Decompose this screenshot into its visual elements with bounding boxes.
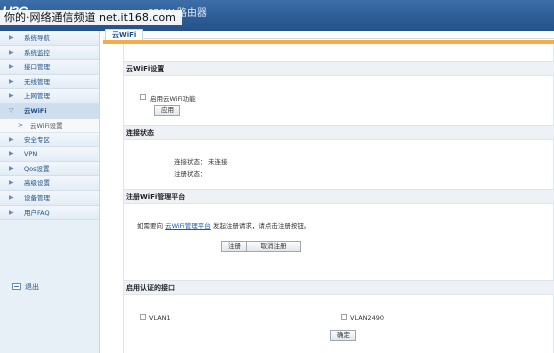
chevron-right-icon: ▶ (9, 34, 14, 41)
sidebar-item-label: Qos设置 (24, 164, 50, 173)
tab-bar: 云WiFi (103, 29, 554, 40)
tab-cloud-wifi[interactable]: 云WiFi (105, 29, 144, 40)
enable-cloud-wifi-checkbox[interactable] (140, 94, 146, 100)
sidebar-item-label: 安全专区 (24, 135, 50, 144)
chevron-right-icon: ▶ (9, 77, 14, 85)
sidebar-item-label: 云WiFi (24, 106, 47, 115)
chevron-right-icon: > (18, 121, 24, 129)
vlan1-label: VLAN1 (149, 314, 171, 322)
register-button-group: 注册 取消注册 (221, 241, 301, 252)
sidebar-item-label: 系统导航 (24, 34, 50, 42)
sidebar-item-label: 接口管理 (24, 63, 50, 72)
sidebar-item-faq[interactable]: ▶ 用户FAQ (0, 205, 99, 221)
chevron-down-icon: ▽ (9, 106, 14, 114)
register-hint-suffix: 发起注册请求，请点击注册按钮。 (212, 222, 311, 230)
connect-status-label: 连接状态： (174, 158, 207, 166)
chevron-right-icon: ▶ (9, 179, 14, 187)
chevron-right-icon: ▶ (9, 63, 14, 71)
sidebar-subitem-cloud-wifi-settings[interactable]: > 云WiFi设置 (0, 118, 99, 133)
chevron-right-icon: ▶ (9, 92, 14, 100)
vlan1-checkbox[interactable] (140, 314, 146, 320)
sidebar-item-vpn[interactable]: ▶ VPN (0, 147, 99, 162)
register-hint-prefix: 如需要向 (137, 222, 163, 230)
watermark-text: 你的·网络通信频道 net.it168.com (0, 10, 182, 25)
logout-icon (12, 283, 21, 290)
wifi-platform-link[interactable]: 云WiFi管理平台 (165, 222, 211, 230)
sidebar: ▶ 系统导航 ▶ 系统监控 ▶ 接口管理 ▶ 无线管理 ▶ 上网管理 ▽ 云WiFi > 云W… (0, 31, 100, 353)
vlan2490-label: VLAN2490 (350, 314, 385, 322)
chevron-right-icon: ▶ (9, 193, 14, 201)
apply-button[interactable]: 应用 (154, 105, 180, 116)
sidebar-item-device[interactable]: ▶ 设备管理 (0, 190, 99, 206)
register-hint: 如需要向 云WiFi管理平台 发起注册请求，请点击注册按钮。 (137, 220, 310, 230)
sidebar-item-security[interactable]: ▶ 安全专区 (0, 132, 99, 148)
chevron-right-icon: ▶ (9, 150, 14, 158)
vlan2490-checkbox[interactable] (341, 314, 347, 320)
sidebar-item-interface[interactable]: ▶ 接口管理 (0, 60, 99, 75)
sidebar-item-label: 无线管理 (24, 77, 50, 86)
top-banner: H3C 350W 路由器 你的·网络通信频道 net.it168.com (0, 0, 554, 31)
main-panel: 云WiFi 云WiFi设置 启用云WiFi功能 应用 连接状态 连接状态： 未连… (103, 29, 554, 353)
connect-status-value: 未连接 (208, 158, 228, 166)
confirm-button[interactable]: 确定 (330, 330, 356, 341)
register-button[interactable]: 注册 (221, 241, 247, 252)
sidebar-item-internet[interactable]: ▶ 上网管理 (0, 89, 99, 104)
section-title-interfaces: 启用认证的接口 (124, 280, 554, 295)
sidebar-item-system-monitor[interactable]: ▶ 系统监控 (0, 45, 99, 61)
enable-cloud-wifi-label: 启用云WiFi功能 (150, 95, 196, 103)
sidebar-item-label: 用户FAQ (24, 208, 50, 217)
logout-label: 退出 (25, 283, 39, 291)
sidebar-item-advanced[interactable]: ▶ 高级设置 (0, 176, 99, 191)
sidebar-item-wireless[interactable]: ▶ 无线管理 (0, 74, 99, 90)
chevron-right-icon: ▶ (9, 208, 14, 216)
sidebar-subitem-label: 云WiFi设置 (30, 121, 63, 130)
sidebar-item-label: 高级设置 (24, 179, 50, 188)
chevron-right-icon: ▶ (9, 48, 14, 56)
sidebar-item-cloud-wifi[interactable]: ▽ 云WiFi (0, 103, 99, 119)
section-title-register: 注册WiFi管理平台 (124, 189, 554, 204)
cancel-register-button[interactable]: 取消注册 (247, 241, 301, 252)
sidebar-item-label: 设备管理 (24, 193, 50, 202)
sidebar-item-label: 上网管理 (24, 92, 50, 101)
logout-link[interactable]: 退出 (12, 282, 39, 292)
chevron-right-icon: ▶ (9, 135, 14, 143)
sidebar-item-label: 系统监控 (24, 48, 50, 57)
section-title-cloud-wifi: 云WiFi设置 (124, 61, 554, 76)
register-status-label: 注册状态： (174, 170, 207, 178)
sidebar-item-label: VPN (24, 150, 38, 159)
section-title-status: 连接状态 (124, 125, 554, 140)
sidebar-item-qos[interactable]: ▶ Qos设置 (0, 161, 99, 177)
sidebar-item-system-nav[interactable]: ▶ 系统导航 (0, 31, 99, 46)
settings-content: 云WiFi设置 启用云WiFi功能 应用 连接状态 连接状态： 未连接 注册状态… (123, 44, 554, 353)
chevron-right-icon: ▶ (9, 164, 14, 172)
